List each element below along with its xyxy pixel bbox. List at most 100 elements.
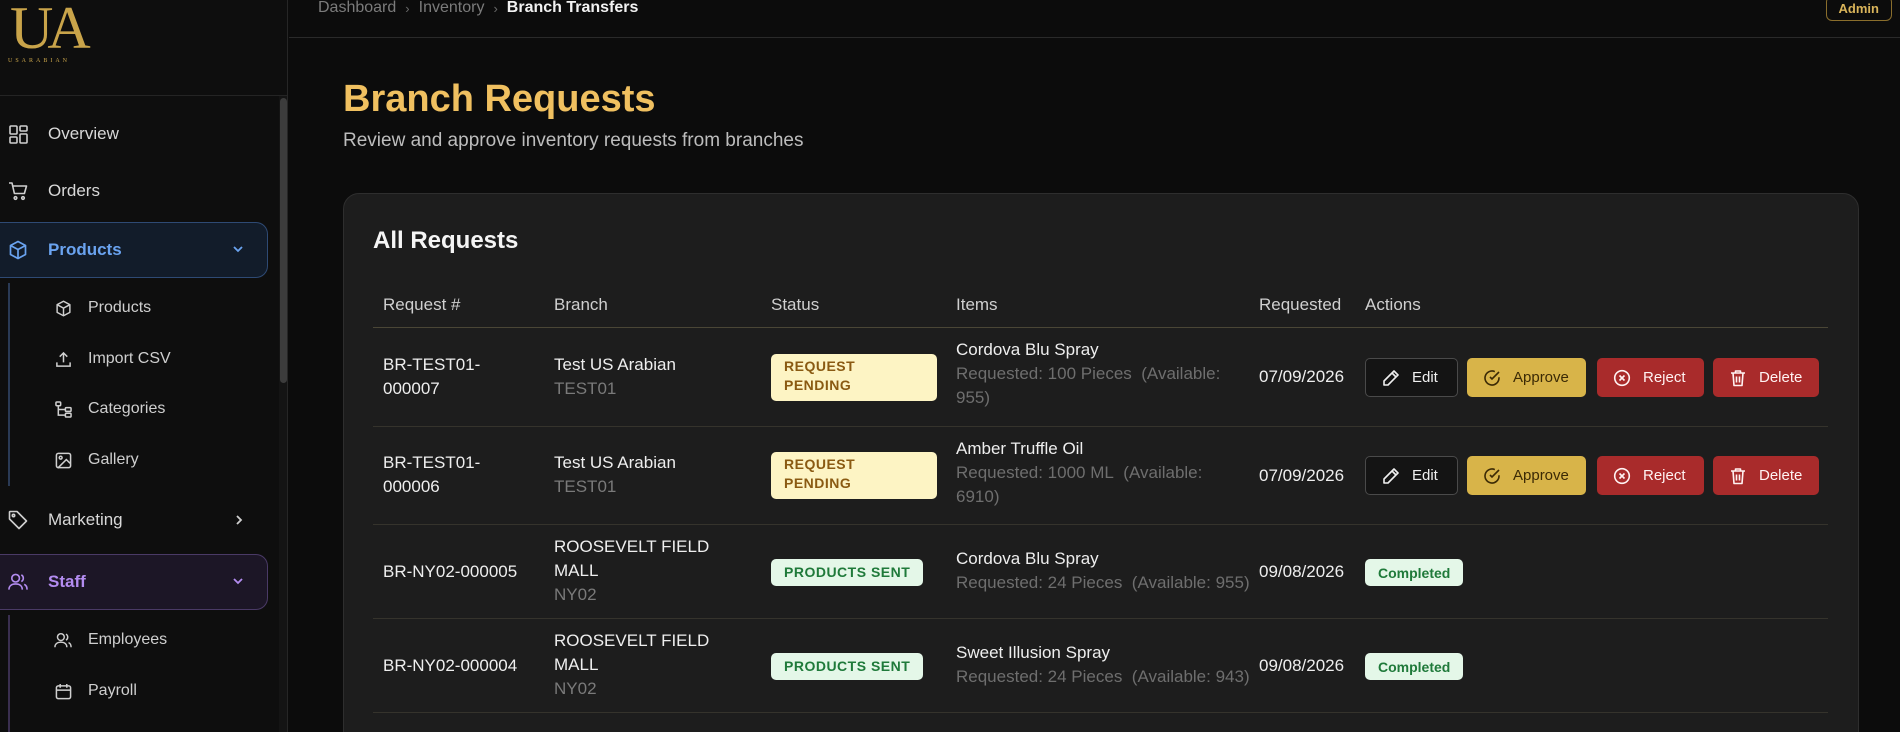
sidebar-subitem-employees[interactable]: Employees [0,620,270,660]
column-header-items: Items [956,295,998,314]
branch-cell: ROOSEVELT FIELD MALL NY02 [554,629,709,701]
sidebar-subitem-label: Products [88,299,152,316]
sidebar-subitem-label: Payroll [88,682,137,699]
sidebar-item-products[interactable]: Products [0,222,268,278]
sidebar-item-marketing[interactable]: Marketing [0,494,268,546]
sidebar-scrollbar-thumb[interactable] [280,98,287,383]
status-badge: REQUEST PENDING [771,452,937,499]
cube-icon [8,240,28,260]
sidebar-item-staff[interactable]: Staff [0,554,268,610]
available-quantity-cont: 6910) [956,487,1000,506]
approve-button[interactable]: Approve [1467,456,1586,495]
cart-icon [8,181,28,201]
x-circle-icon [1613,369,1631,386]
table-header: Request # Branch Status Items Requested … [373,286,1828,328]
x-circle-icon [1613,467,1631,484]
status-badge: PRODUCTS SENT [771,653,924,680]
reject-button[interactable]: Reject [1597,456,1704,495]
sidebar-subitem-payroll[interactable]: Payroll [0,671,270,711]
items-cell: Amber Truffle Oil Requested: 1000 ML (Av… [956,437,1226,509]
item-name: Cordova Blu Spray [956,549,1099,568]
table-row: BR-TEST01- 000007 Test US Arabian TEST01 … [373,328,1828,427]
breadcrumb: Dashboard › Inventory › Branch Transfers [318,0,638,16]
pencil-icon [1383,369,1399,386]
requested-date: 09/08/2026 [1259,656,1345,675]
chevron-down-icon[interactable] [229,572,247,590]
branch-name-cont: MALL [554,561,599,580]
trash-icon [1731,467,1745,484]
tag-icon [8,510,28,530]
available-quantity: (Available: 955) [1131,573,1250,592]
completed-badge: Completed [1365,653,1464,680]
users-icon [54,631,72,649]
sidebar-subitem-categories[interactable]: Categories [0,389,270,429]
sidebar-subitem-label: Categories [88,400,166,417]
status-badge: PRODUCTS SENT [771,559,924,586]
check-circle-icon [1484,369,1500,386]
edit-button[interactable]: Edit [1365,358,1458,397]
completed-badge: Completed [1365,559,1464,586]
requested-quantity: Requested: 24 Pieces [956,667,1123,686]
image-icon [54,451,72,469]
branch-code: TEST01 [554,477,617,496]
cube-icon [54,299,72,317]
requested-date: 09/08/2026 [1259,562,1345,581]
request-number[interactable]: BR-NY02-000005 [383,560,517,584]
pencil-icon [1383,467,1399,484]
items-cell: Cordova Blu Spray Requested: 100 Pieces … [956,338,1226,410]
sidebar-item-orders[interactable]: Orders [0,165,268,217]
top-bar: Dashboard › Inventory › Branch Transfers… [289,0,1900,38]
sidebar-item-overview[interactable]: Overview [0,108,268,160]
trash-icon [1731,369,1745,386]
request-number[interactable]: BR-TEST01- 000006 [383,451,480,499]
branch-cell: ROOSEVELT FIELD MALL NY02 [554,535,709,607]
tree-icon [54,400,72,418]
column-header-branch: Branch [554,295,608,314]
available-quantity: (Available: [1141,364,1221,383]
role-badge[interactable]: Admin [1825,0,1892,21]
request-number[interactable]: BR-TEST01- 000007 [383,353,480,401]
page-subtitle: Review and approve inventory requests fr… [343,130,804,151]
chevron-down-icon[interactable] [229,240,247,258]
items-cell: Cordova Blu Spray Requested: 24 Pieces (… [956,547,1256,595]
sidebar-subitem-import-csv[interactable]: Import CSV [0,339,270,379]
requested-date: 07/09/2026 [1259,466,1345,485]
available-quantity-cont: 955) [956,388,991,407]
upload-icon [54,350,72,368]
breadcrumb-current: Branch Transfers [506,0,639,16]
brand-logo[interactable]: UA USARABIAN [8,0,91,70]
grid-icon [8,124,28,144]
requested-quantity: Requested: 24 Pieces [956,573,1123,592]
reject-button[interactable]: Reject [1597,358,1704,397]
card-title: All Requests [373,227,519,254]
table-row: BR-TEST01- 000006 Test US Arabian TEST01 … [373,427,1828,525]
column-header-status: Status [771,295,820,314]
sidebar-item-label: Marketing [48,510,123,529]
column-header-requested: Requested [1259,295,1342,314]
table-row: BR-NY02-000004 ROOSEVELT FIELD MALL NY02… [373,619,1828,713]
sidebar-subitem-products[interactable]: Products [0,288,270,328]
users-icon [8,572,28,592]
requests-card: All Requests Request # Branch Status Ite… [343,193,1859,732]
sidebar-item-label: Products [48,240,122,259]
sidebar-subitem-label: Employees [88,631,168,648]
requested-quantity: Requested: 100 Pieces [956,364,1132,383]
delete-button[interactable]: Delete [1713,358,1819,397]
table-row: BR-NY02-000005 ROOSEVELT FIELD MALL NY02… [373,525,1828,619]
request-number[interactable]: BR-NY02-000004 [383,654,517,678]
branch-code: TEST01 [554,379,617,398]
calendar-icon [54,682,72,700]
branch-name: ROOSEVELT FIELD [554,537,710,556]
delete-button[interactable]: Delete [1713,456,1819,495]
approve-button[interactable]: Approve [1467,358,1586,397]
edit-button[interactable]: Edit [1365,456,1458,495]
sidebar-subitem-gallery[interactable]: Gallery [0,440,270,480]
chevron-right-icon: › [405,0,410,16]
breadcrumb-dashboard[interactable]: Dashboard [318,0,396,17]
branch-name: Test US Arabian [554,453,676,472]
breadcrumb-inventory[interactable]: Inventory [419,0,485,17]
branch-code: NY02 [554,679,597,698]
item-name: Sweet Illusion Spray [956,643,1111,662]
chevron-right-icon[interactable] [230,511,248,529]
sidebar-subitem-label: Import CSV [88,350,171,367]
